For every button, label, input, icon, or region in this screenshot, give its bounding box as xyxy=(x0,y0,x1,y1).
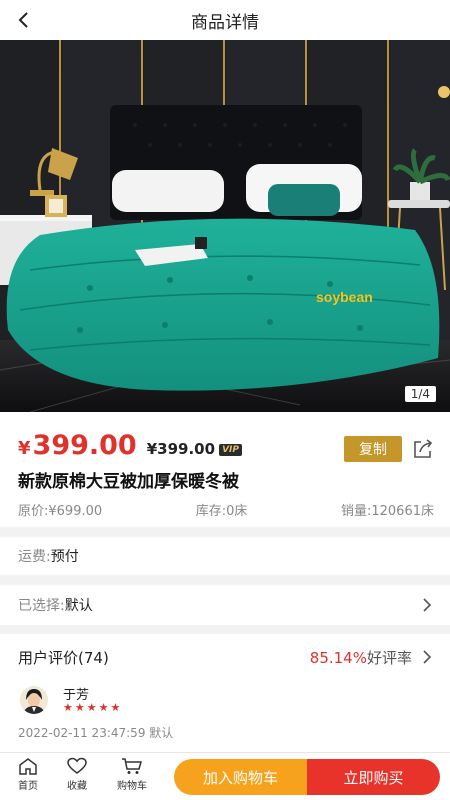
stock-count: 库存:0床 xyxy=(195,504,248,519)
shipping-value: 预付 xyxy=(50,549,79,565)
vip-price: ¥399.00 xyxy=(146,440,216,458)
review-meta: 2022-02-11 23:47:59 默认 xyxy=(18,726,174,740)
selection-label: 已选择: xyxy=(18,598,65,614)
positive-rate-label: 好评率 xyxy=(366,648,412,667)
selection-value: 默认 xyxy=(64,598,93,614)
sale-price: 399.00 xyxy=(32,430,137,461)
cart-label: 购物车 xyxy=(117,781,147,792)
cart-tab[interactable]: 购物车 xyxy=(112,757,152,792)
svg-text:soybean: soybean xyxy=(316,289,373,305)
original-price: 原价:¥699.00 xyxy=(18,504,103,519)
price-row: ¥ 399.00 ¥399.00 VIP xyxy=(18,430,242,461)
copy-button[interactable]: 复制 xyxy=(344,436,402,462)
review-stars: ★★★★★ xyxy=(63,701,123,714)
reviews-rate-wrap: 85.14%好评率 xyxy=(310,647,432,668)
bottom-action-bar: 首页 收藏 购物车 加入购物车 立即购买 xyxy=(0,752,450,800)
add-to-cart-button[interactable]: 加入购物车 xyxy=(174,759,307,795)
home-icon xyxy=(19,758,37,775)
image-page-indicator: 1/4 xyxy=(404,386,436,402)
top-bar: 商品详情 xyxy=(0,0,450,40)
buy-now-button[interactable]: 立即购买 xyxy=(307,759,440,795)
shipping-row: 运费: 预付 xyxy=(0,537,450,575)
share-button[interactable] xyxy=(410,436,436,462)
avatar-image xyxy=(20,686,48,714)
price-card: ¥ 399.00 ¥399.00 VIP 复制 新款原棉大豆被加厚保暖冬被 原价… xyxy=(0,412,450,527)
shipping-label: 运费: xyxy=(18,549,51,565)
currency-symbol: ¥ xyxy=(18,438,31,459)
heart-icon xyxy=(67,757,87,774)
back-arrow-icon xyxy=(18,12,28,28)
back-button[interactable] xyxy=(10,6,38,34)
reviews-header[interactable]: 用户评价(74) 85.14%好评率 xyxy=(18,646,432,668)
chevron-right-icon xyxy=(423,598,432,612)
page-title: 商品详情 xyxy=(191,12,259,33)
home-tab[interactable]: 首页 xyxy=(8,757,48,792)
positive-rate: 85.14% xyxy=(309,648,367,667)
avatar xyxy=(20,686,48,714)
vip-badge: VIP xyxy=(219,444,242,456)
product-name: 新款原棉大豆被加厚保暖冬被 xyxy=(18,472,239,492)
favorite-label: 收藏 xyxy=(67,781,87,792)
reviews-section: 用户评价(74) 85.14%好评率 于芳 ★★★★★ 2022-02-11 2… xyxy=(0,634,450,752)
favorite-tab[interactable]: 收藏 xyxy=(57,757,97,792)
product-image: soybean xyxy=(0,40,450,412)
home-label: 首页 xyxy=(18,781,38,792)
reviews-title: 用户评价(74) xyxy=(18,648,109,667)
share-icon xyxy=(414,439,433,458)
chevron-right-icon xyxy=(423,650,432,664)
sales-count: 销量:120661床 xyxy=(340,504,434,519)
product-meta-row: 原价:¥699.00 库存:0床 销量:120661床 xyxy=(18,500,434,519)
cart-icon xyxy=(122,758,142,774)
spec-selector[interactable]: 已选择: 默认 xyxy=(0,585,450,625)
product-image-carousel[interactable]: soybean 1/4 xyxy=(0,40,450,412)
